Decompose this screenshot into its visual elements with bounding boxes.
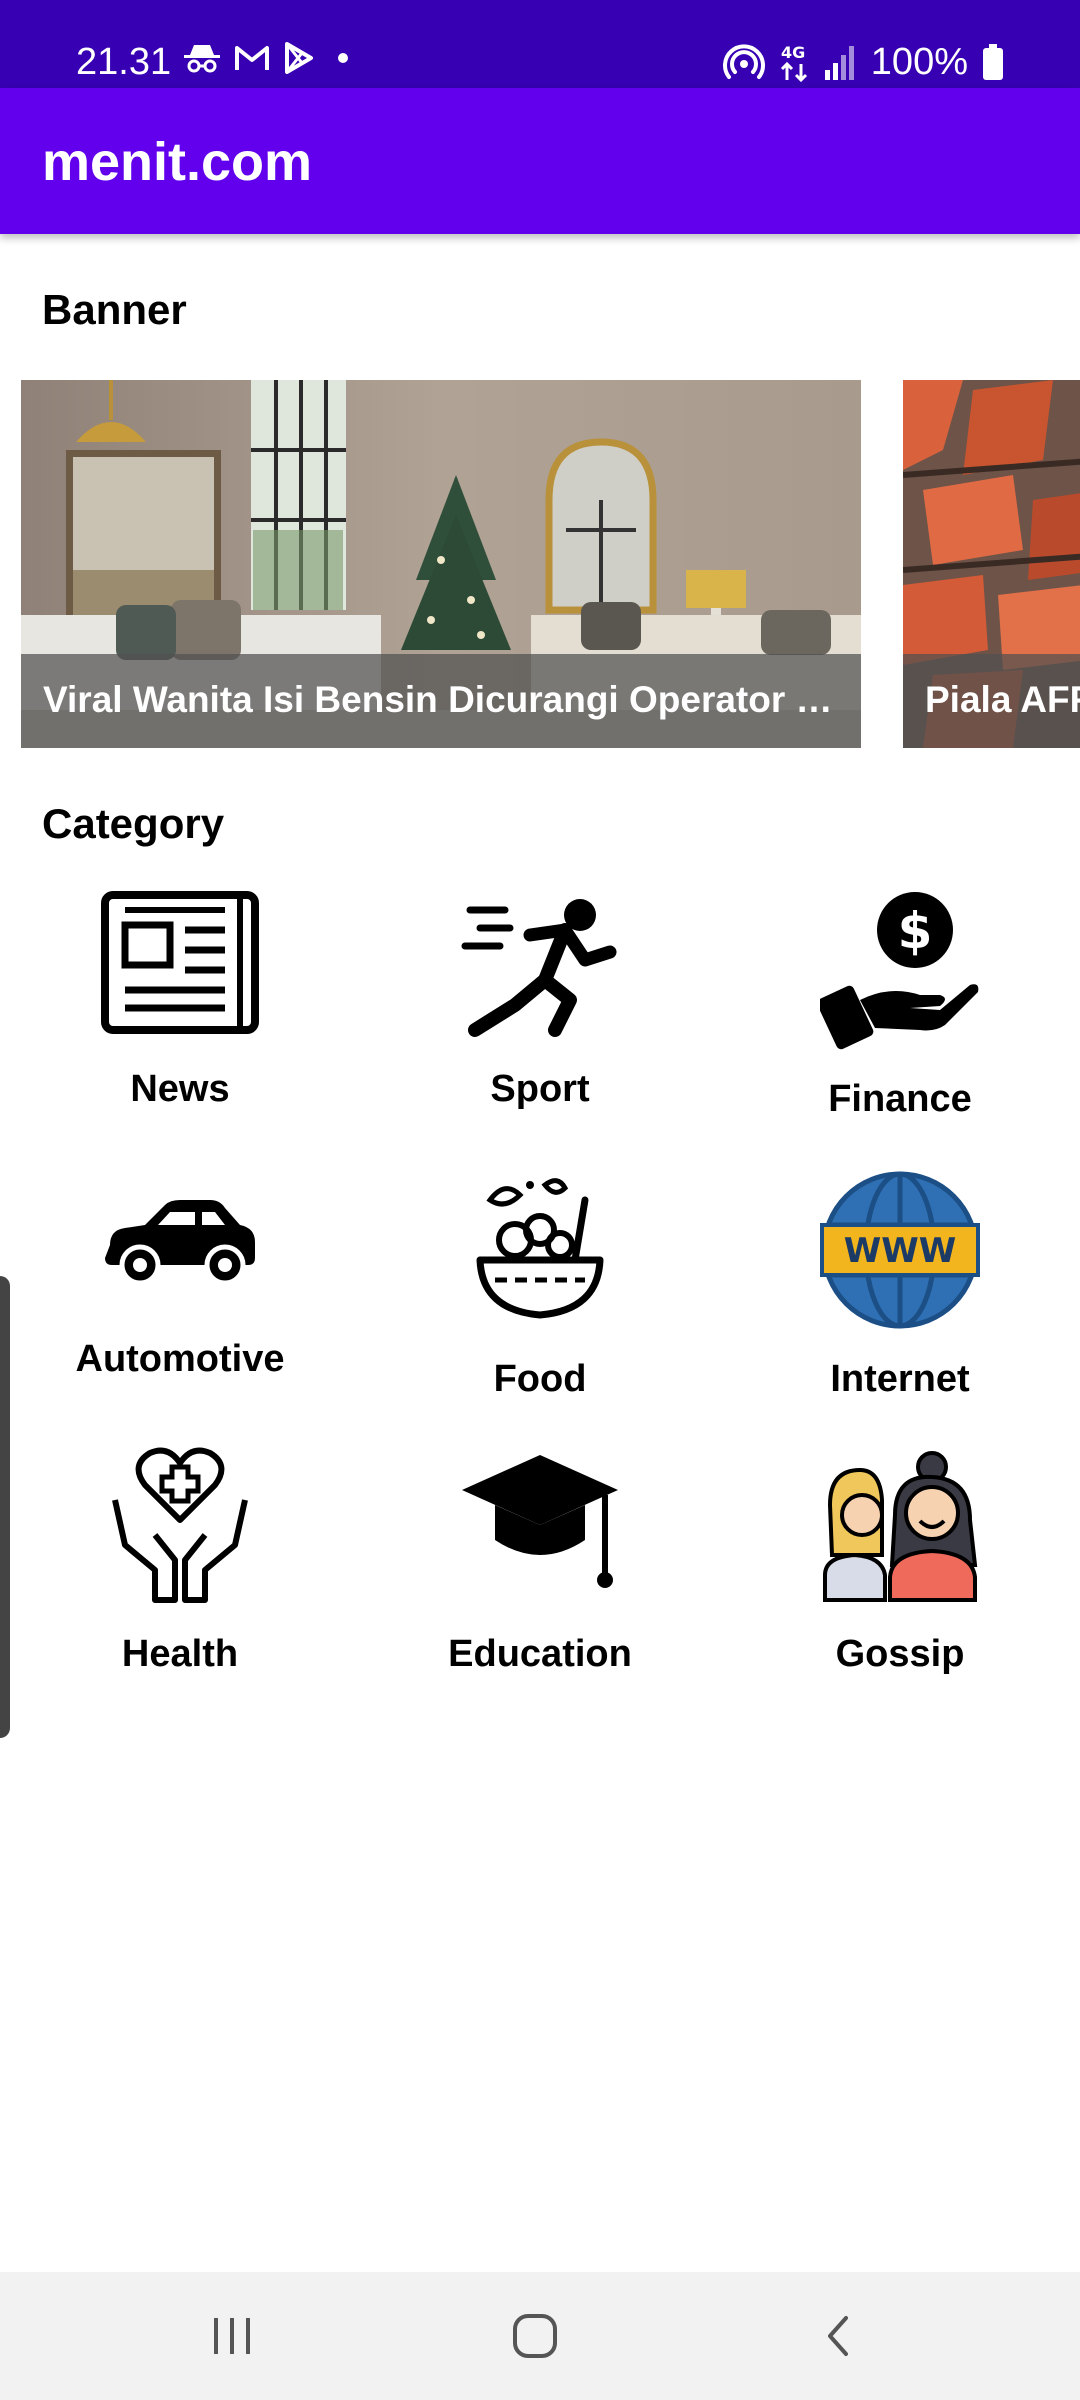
category-food[interactable]: Food [390,1170,690,1402]
status-system-icons: 4G 100% [722,38,1004,86]
category-finance[interactable]: $ Finance [750,890,1050,1122]
battery-percent: 100% [870,41,968,83]
money-hand-icon: $ [820,892,979,1050]
category-gossip[interactable]: Gossip [750,1445,1050,1677]
home-button[interactable] [475,2300,595,2372]
runner-icon [461,899,617,1037]
category-label: Sport [490,1068,590,1110]
incognito-icon [184,45,220,73]
play-store-icon [285,42,313,74]
banner-caption-text: Viral Wanita Isi Bensin Dicurangi Operat… [43,679,839,720]
svg-text:$: $ [898,902,933,960]
status-time: 21.31 [76,41,172,83]
recent-apps-icon [214,2318,250,2354]
back-icon [828,2316,848,2356]
banner-caption: Viral Wanita Isi Bensin Dicurangi Operat… [21,654,861,748]
battery-icon [983,44,1003,80]
category-health[interactable]: Health [30,1445,330,1677]
graduation-cap-icon [462,1455,618,1588]
salad-bowl-icon [476,1178,604,1319]
svg-text:4G: 4G [781,43,805,62]
category-label: Finance [828,1078,972,1120]
banner-card[interactable]: Piala AFF [903,380,1080,748]
banner-caption-text: Piala AFF [925,679,1080,720]
whisper-icon [823,1451,978,1602]
category-label: Education [448,1633,632,1675]
category-news[interactable]: News [30,890,330,1112]
status-bar: 21.31 4G 100% [0,0,1080,88]
category-section-title: Category [42,800,225,847]
status-notification-icons [184,42,358,74]
category-label: Automotive [75,1338,285,1380]
banner-caption: Piala AFF [903,654,1080,748]
banner-section-title: Banner [42,286,187,333]
category-label: News [130,1068,230,1110]
category-label: Internet [830,1358,970,1400]
banner-card[interactable]: Viral Wanita Isi Bensin Dicurangi Operat… [21,380,861,748]
category-internet[interactable]: WWW Internet [750,1170,1050,1402]
gmail-icon [235,46,269,70]
category-education[interactable]: Education [390,1445,690,1677]
heart-hands-icon [112,1447,248,1603]
app-bar: menit.com [0,88,1080,234]
recent-apps-button[interactable] [172,2300,292,2372]
app-title: menit.com [42,132,313,192]
category-sport[interactable]: Sport [390,890,690,1112]
car-icon [105,1200,255,1286]
hotspot-icon [722,44,765,79]
globe-www-icon: WWW [820,1171,980,1329]
category-automotive[interactable]: Automotive [30,1170,330,1382]
svg-text:WWW: WWW [844,1231,957,1271]
banner-carousel[interactable]: Viral Wanita Isi Bensin Dicurangi Operat… [0,380,1080,748]
newspaper-icon [101,891,259,1034]
category-label: Food [493,1358,587,1400]
signal-icon [824,46,854,80]
home-icon [513,2314,557,2358]
category-label: Health [121,1633,239,1675]
category-label: Gossip [835,1633,965,1675]
edge-panel-handle[interactable] [0,1276,10,1738]
back-button[interactable] [778,2300,898,2372]
dot-icon [338,53,348,63]
navigation-bar [0,2272,1080,2400]
network-4g-icon: 4G [780,43,807,82]
